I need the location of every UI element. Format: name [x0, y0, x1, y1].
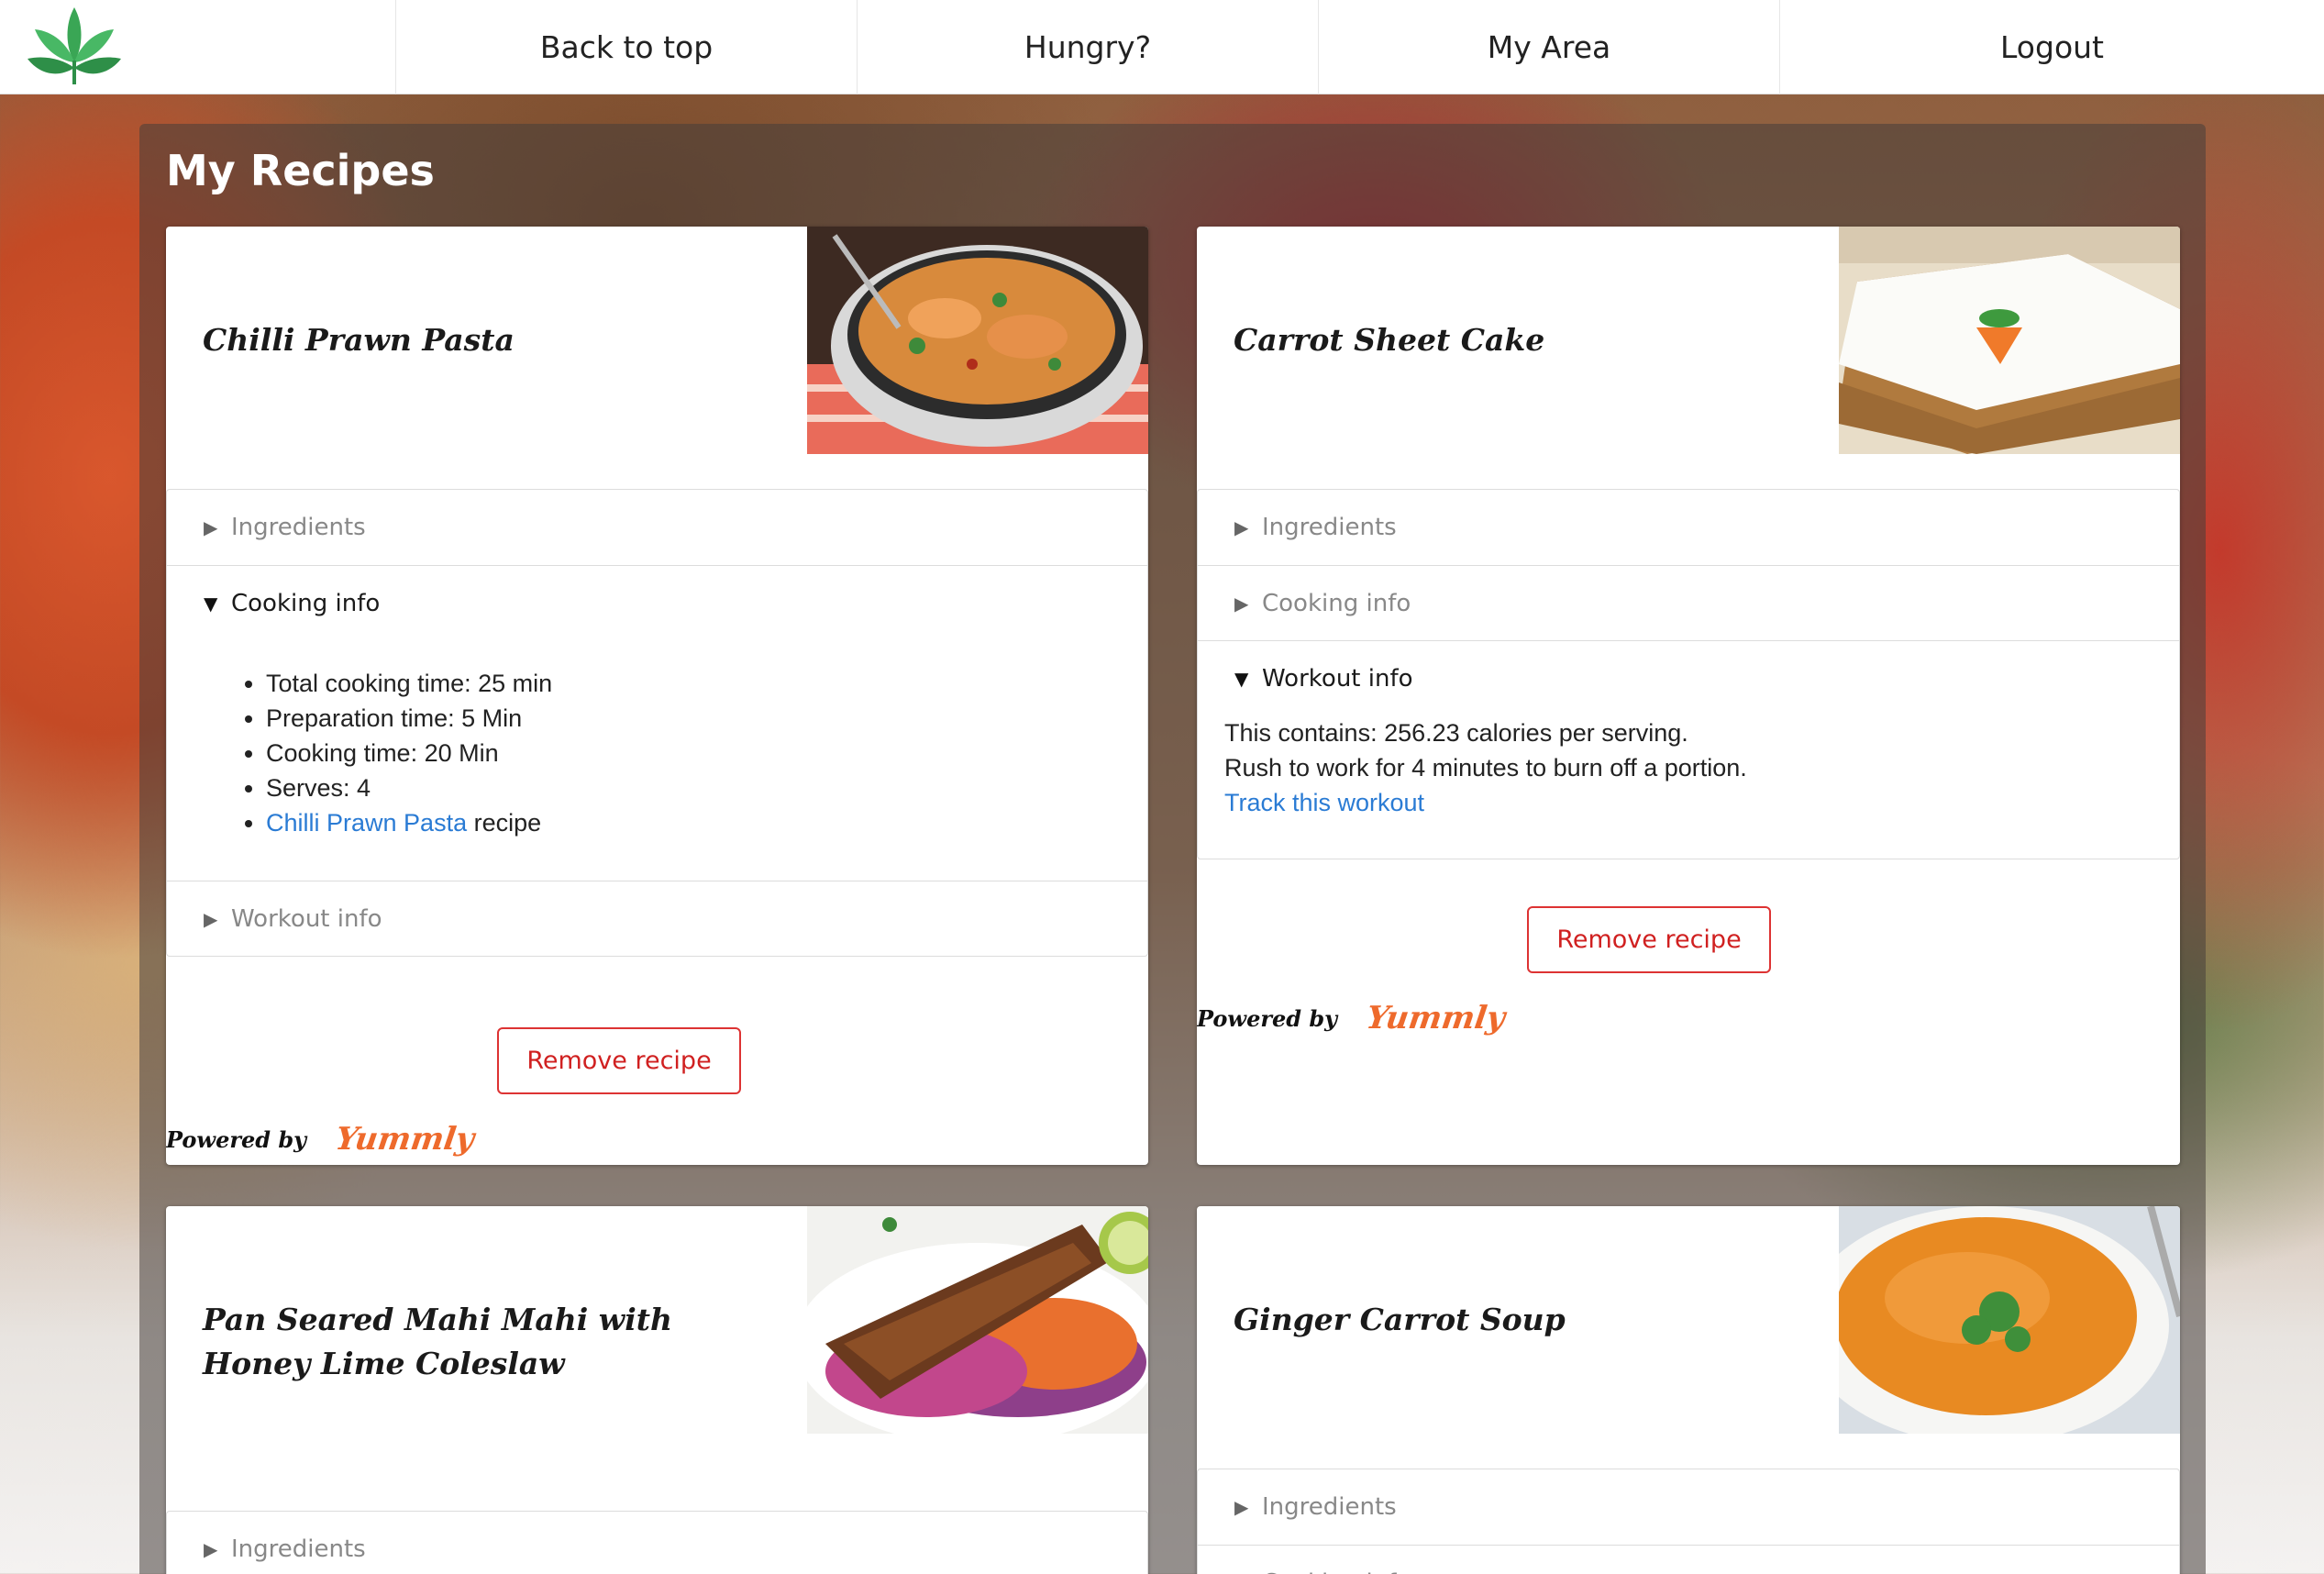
nav-hungry[interactable]: Hungry? — [858, 0, 1319, 94]
recipe-link-suffix: recipe — [467, 809, 542, 837]
page-title: My Recipes — [166, 146, 435, 195]
recipe-card-header: Chilli Prawn Pasta — [166, 227, 1148, 489]
caret-right-icon: ▶ — [204, 1538, 218, 1560]
recipe-card-mahi-mahi: Pan Seared Mahi Mahi with Honey Lime Col… — [166, 1206, 1148, 1574]
recipe-link[interactable]: Chilli Prawn Pasta — [266, 809, 467, 837]
cooking-info-label: Cooking info — [1262, 1569, 1411, 1574]
recipe-card-ginger-carrot-soup: Ginger Carrot Soup ▶ Ingredients ▶ Cooki… — [1197, 1206, 2180, 1574]
ingredients-toggle[interactable]: ▶ Ingredients — [167, 1512, 1147, 1574]
list-item: Preparation time: 5 Min — [266, 701, 1147, 736]
cooking-info-toggle[interactable]: ▶ Cooking info — [1198, 565, 2179, 640]
list-item: Cooking time: 20 Min — [266, 736, 1147, 770]
recipe-accordion: ▶ Ingredients — [166, 1511, 1148, 1574]
powered-by-yummly: Powered by Yummly — [166, 1121, 477, 1158]
recipe-accordion: ▶ Ingredients ▶ Cooking info — [1197, 1469, 2180, 1574]
cooking-info-body: Total cooking time: 25 min Preparation t… — [167, 640, 1147, 881]
caret-down-icon: ▼ — [204, 592, 218, 615]
ingredients-toggle[interactable]: ▶ Ingredients — [1198, 1469, 2179, 1545]
powered-by-label: Powered by — [1197, 1004, 1338, 1032]
workout-info-toggle[interactable]: ▶ Workout info — [167, 881, 1147, 956]
caret-down-icon: ▼ — [1234, 667, 1249, 690]
recipe-accordion: ▶ Ingredients ▶ Cooking info ▼ Workout i… — [1197, 489, 2180, 859]
top-navigation: Back to top Hungry? My Area Logout — [0, 0, 2324, 94]
recipe-title: Carrot Sheet Cake — [1234, 322, 1545, 358]
recipe-title: Pan Seared Mahi Mahi with Honey Lime Col… — [203, 1302, 672, 1381]
caret-right-icon: ▶ — [1234, 1496, 1249, 1518]
workout-info-body: This contains: 256.23 calories per servi… — [1198, 715, 2179, 859]
leaf-logo-icon[interactable] — [22, 2, 127, 86]
remove-recipe-button[interactable]: Remove recipe — [1527, 906, 1771, 973]
yummly-logo[interactable]: Yummly — [333, 1121, 476, 1158]
workout-info-toggle[interactable]: ▼ Workout info — [1198, 640, 2179, 715]
list-item: Chilli Prawn Pasta recipe — [266, 805, 1147, 840]
recipe-image-soup[interactable] — [1839, 1206, 2180, 1434]
caret-right-icon: ▶ — [204, 907, 218, 930]
powered-by-yummly: Powered by Yummly — [1197, 1000, 1508, 1036]
ingredients-toggle[interactable]: ▶ Ingredients — [1198, 490, 2179, 565]
burn-off-text: Rush to work for 4 minutes to burn off a… — [1224, 754, 1747, 781]
list-item: Serves: 4 — [266, 770, 1147, 805]
recipe-image-pasta[interactable] — [807, 227, 1148, 454]
remove-recipe-button[interactable]: Remove recipe — [497, 1027, 741, 1094]
nav-logout[interactable]: Logout — [1780, 0, 2324, 94]
ingredients-label: Ingredients — [1262, 1493, 1397, 1521]
powered-by-label: Powered by — [166, 1125, 307, 1153]
list-item: Total cooking time: 25 min — [266, 666, 1147, 701]
calories-text: This contains: 256.23 calories per servi… — [1224, 719, 1688, 747]
recipe-card-header: Ginger Carrot Soup — [1197, 1206, 2180, 1469]
yummly-logo[interactable]: Yummly — [1364, 1000, 1507, 1036]
recipe-card-chilli-prawn-pasta: Chilli Prawn Pasta ▶ Ingredients ▼ Cooki… — [166, 227, 1148, 1165]
ingredients-label: Ingredients — [231, 514, 366, 541]
cooking-info-toggle[interactable]: ▶ Cooking info — [1198, 1545, 2179, 1574]
cooking-info-list: Total cooking time: 25 min Preparation t… — [167, 666, 1147, 840]
recipe-card-header: Carrot Sheet Cake — [1197, 227, 2180, 489]
cooking-info-label: Cooking info — [1262, 589, 1411, 617]
nav-my-area[interactable]: My Area — [1319, 0, 1780, 94]
caret-right-icon: ▶ — [204, 516, 218, 538]
workout-info-label: Workout info — [1262, 664, 1413, 693]
workout-info-label: Workout info — [231, 904, 382, 933]
recipe-title: Ginger Carrot Soup — [1234, 1302, 1566, 1337]
track-workout-link[interactable]: Track this workout — [1224, 785, 1424, 820]
recipe-image-mahi-mahi[interactable] — [807, 1206, 1148, 1434]
caret-right-icon: ▶ — [1234, 516, 1249, 538]
recipe-image-cake[interactable] — [1839, 227, 2180, 454]
ingredients-toggle[interactable]: ▶ Ingredients — [167, 490, 1147, 565]
ingredients-label: Ingredients — [1262, 514, 1397, 541]
recipe-title: Chilli Prawn Pasta — [203, 322, 515, 358]
recipe-accordion: ▶ Ingredients ▼ Cooking info Total cooki… — [166, 489, 1148, 957]
caret-right-icon: ▶ — [1234, 592, 1249, 615]
recipe-card-header: Pan Seared Mahi Mahi with Honey Lime Col… — [166, 1206, 1148, 1511]
logo-container — [0, 0, 396, 94]
ingredients-label: Ingredients — [231, 1535, 366, 1563]
cooking-info-toggle[interactable]: ▼ Cooking info — [167, 565, 1147, 640]
cooking-info-label: Cooking info — [231, 589, 381, 617]
nav-back-to-top[interactable]: Back to top — [396, 0, 858, 94]
recipe-card-carrot-sheet-cake: Carrot Sheet Cake ▶ Ingredients ▶ Cookin… — [1197, 227, 2180, 1165]
